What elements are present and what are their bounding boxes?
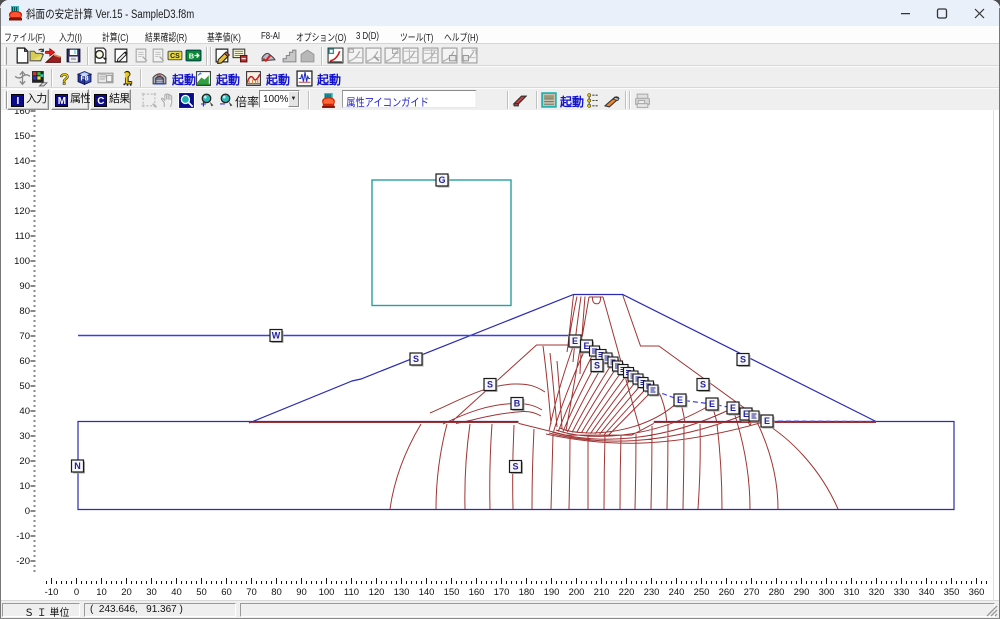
svg-text:150: 150 <box>14 131 30 142</box>
svg-text:250: 250 <box>694 587 710 598</box>
svg-text:E: E <box>572 336 578 346</box>
svg-text:E: E <box>709 399 715 409</box>
svg-text:CS: CS <box>170 53 180 60</box>
svg-text:20: 20 <box>19 456 30 467</box>
svg-text:190: 190 <box>544 587 560 598</box>
svg-text:S: S <box>740 355 746 365</box>
svg-text:W: W <box>272 331 281 341</box>
svg-text:60: 60 <box>221 587 232 598</box>
svg-text:90: 90 <box>296 587 307 598</box>
svg-text:N: N <box>74 461 81 471</box>
svg-text:S: S <box>413 354 419 364</box>
svg-text:10: 10 <box>96 587 107 598</box>
svg-text:130: 130 <box>394 587 410 598</box>
svg-text:330: 330 <box>894 587 910 598</box>
svg-text:B: B <box>189 52 195 61</box>
svg-text:120: 120 <box>369 587 385 598</box>
svg-text:30: 30 <box>146 587 157 598</box>
svg-text:20: 20 <box>121 587 132 598</box>
svg-text:200: 200 <box>569 587 585 598</box>
svg-text:220: 220 <box>619 587 635 598</box>
svg-text:+: + <box>201 99 207 109</box>
svg-text:-10: -10 <box>45 587 59 598</box>
svg-text:S: S <box>487 380 493 390</box>
svg-text:140: 140 <box>14 156 30 167</box>
svg-text:-10: -10 <box>16 531 30 542</box>
svg-text:E: E <box>764 416 770 426</box>
svg-text:310: 310 <box>844 587 860 598</box>
svg-text:140: 140 <box>419 587 435 598</box>
svg-text:G: G <box>438 175 445 185</box>
svg-text:230: 230 <box>644 587 660 598</box>
svg-text:90: 90 <box>19 281 30 292</box>
svg-text:?: ? <box>60 71 70 87</box>
svg-text:−: − <box>220 99 226 109</box>
svg-text:340: 340 <box>919 587 935 598</box>
svg-text:160: 160 <box>14 110 30 117</box>
svg-text:290: 290 <box>794 587 810 598</box>
svg-text:80: 80 <box>271 587 282 598</box>
svg-text:60: 60 <box>19 356 30 367</box>
svg-text:70: 70 <box>19 331 30 342</box>
svg-text:70: 70 <box>246 587 257 598</box>
svg-text:0: 0 <box>25 506 30 517</box>
svg-text:110: 110 <box>344 587 359 598</box>
svg-text:30: 30 <box>19 431 30 442</box>
svg-text:E: E <box>730 403 736 413</box>
svg-text:50: 50 <box>196 587 207 598</box>
svg-text:50: 50 <box>19 381 30 392</box>
svg-text:300: 300 <box>819 587 835 598</box>
svg-text:210: 210 <box>594 587 610 598</box>
svg-text:E: E <box>583 341 589 351</box>
svg-text:130: 130 <box>14 181 30 192</box>
svg-text:S: S <box>512 462 518 472</box>
svg-text:360: 360 <box>969 587 985 598</box>
svg-text:160: 160 <box>469 587 485 598</box>
svg-text:180: 180 <box>519 587 535 598</box>
svg-text:150: 150 <box>444 587 460 598</box>
svg-text:E: E <box>677 395 683 405</box>
svg-text:B: B <box>514 399 521 409</box>
svg-text:40: 40 <box>171 587 182 598</box>
svg-text:260: 260 <box>719 587 735 598</box>
svg-text:80: 80 <box>19 306 30 317</box>
svg-text:E: E <box>743 409 749 419</box>
svg-text:320: 320 <box>869 587 885 598</box>
svg-text:350: 350 <box>944 587 960 598</box>
svg-text:10: 10 <box>19 481 30 492</box>
svg-text:S: S <box>594 361 600 371</box>
svg-text:240: 240 <box>669 587 685 598</box>
svg-text:280: 280 <box>769 587 785 598</box>
svg-text:40: 40 <box>19 406 30 417</box>
svg-text:100: 100 <box>14 256 30 267</box>
svg-text:100: 100 <box>319 587 335 598</box>
svg-text:F8: F8 <box>80 76 88 83</box>
svg-text:S: S <box>700 380 706 390</box>
svg-text:170: 170 <box>494 587 510 598</box>
svg-text:0: 0 <box>74 587 79 598</box>
svg-text:120: 120 <box>14 206 30 217</box>
svg-text:110: 110 <box>15 231 30 242</box>
svg-text:-20: -20 <box>16 556 30 567</box>
svg-text:270: 270 <box>744 587 760 598</box>
